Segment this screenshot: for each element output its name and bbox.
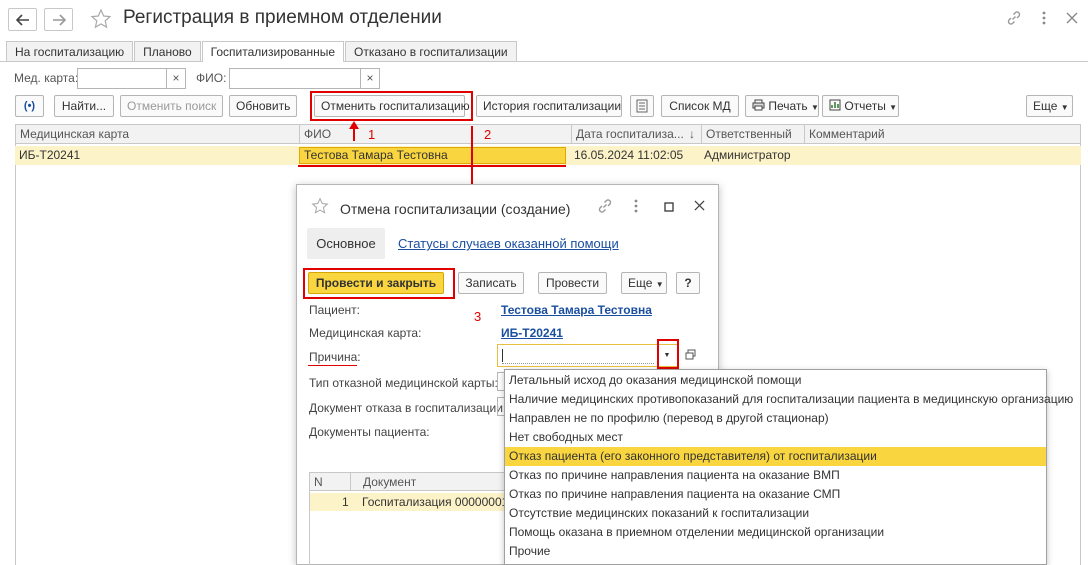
open-form-icon[interactable]	[685, 349, 696, 363]
reason-dropdown-list: Летальный исход до оказания медицинской …	[504, 369, 1073, 565]
annotation-number-1: 1	[368, 127, 376, 142]
reason-input-underline	[502, 363, 654, 364]
dialog-tab-statuses[interactable]: Статусы случаев оказанной помощи	[398, 236, 619, 251]
highlight-post-and-close	[303, 268, 455, 299]
patient-label: Пациент:	[309, 303, 361, 317]
reason-label: Причина:	[309, 350, 361, 364]
list-item[interactable]: Летальный исход до оказания медицинской …	[509, 371, 801, 390]
med-card-label: Медицинская карта:	[309, 326, 422, 340]
list-item[interactable]: Отсутствие медицинских показаний к госпи…	[509, 504, 809, 523]
dialog-more-label: Еще	[628, 276, 653, 290]
annotation-number-2: 2	[484, 127, 492, 142]
annotation-number-3: 3	[474, 309, 482, 324]
docs-cell-n: 1	[342, 495, 349, 509]
refusal-doc-label: Документ отказа в госпитализации:	[309, 401, 507, 415]
docs-cell-doc: Госпитализация 000000012	[362, 495, 515, 509]
dialog-favorite-star-icon[interactable]	[311, 197, 329, 218]
dialog-close-icon[interactable]	[694, 200, 705, 214]
docs-table-header: N Документ	[309, 472, 505, 491]
chevron-down-icon: ▼	[655, 280, 664, 289]
patient-docs-label: Документы пациента:	[309, 425, 430, 439]
table-row[interactable]: 1 Госпитализация 000000012	[309, 493, 515, 511]
save-button[interactable]: Записать	[458, 272, 524, 294]
list-item[interactable]: Отказ по причине направления пациента на…	[509, 466, 840, 485]
reason-input[interactable]	[497, 344, 678, 367]
list-item[interactable]: Отказ по причине направления пациента на…	[509, 485, 840, 504]
refusal-type-label: Тип отказной медицинской карты:	[309, 376, 498, 390]
dialog-maximize-icon[interactable]	[664, 201, 674, 215]
dialog-more-vertical-icon[interactable]	[634, 199, 638, 216]
dialog-link-icon[interactable]	[597, 198, 613, 217]
text-cursor	[502, 349, 503, 362]
list-item[interactable]: Помощь оказана в приемном отделении меди…	[509, 523, 884, 542]
highlight-dropdown-arrow	[657, 339, 679, 369]
list-item[interactable]: Направлен не по профилю (перевод в друго…	[509, 409, 829, 428]
help-button[interactable]: ?	[676, 272, 700, 294]
list-item[interactable]: Прочие	[509, 542, 550, 561]
docs-table-left-border	[309, 490, 310, 565]
list-item-selected[interactable]: Отказ пациента (его законного представит…	[505, 447, 1046, 466]
list-item[interactable]: Наличие медицинских противопоказаний для…	[509, 390, 1073, 409]
dialog-title: Отмена госпитализации (создание)	[340, 201, 571, 217]
post-button[interactable]: Провести	[538, 272, 607, 294]
annotation-underline-reason	[308, 365, 357, 366]
dialog-more-button[interactable]: Еще ▼	[621, 272, 667, 294]
med-card-link[interactable]: ИБ-Т20241	[501, 326, 563, 340]
patient-link[interactable]: Тестова Тамара Тестовна	[501, 303, 652, 317]
list-item[interactable]: Нет свободных мест	[509, 428, 623, 447]
dialog-tab-main[interactable]: Основное	[307, 228, 385, 259]
docs-col-divider	[350, 473, 351, 490]
docs-col-n[interactable]: N	[314, 475, 323, 489]
docs-col-doc[interactable]: Документ	[363, 475, 416, 489]
